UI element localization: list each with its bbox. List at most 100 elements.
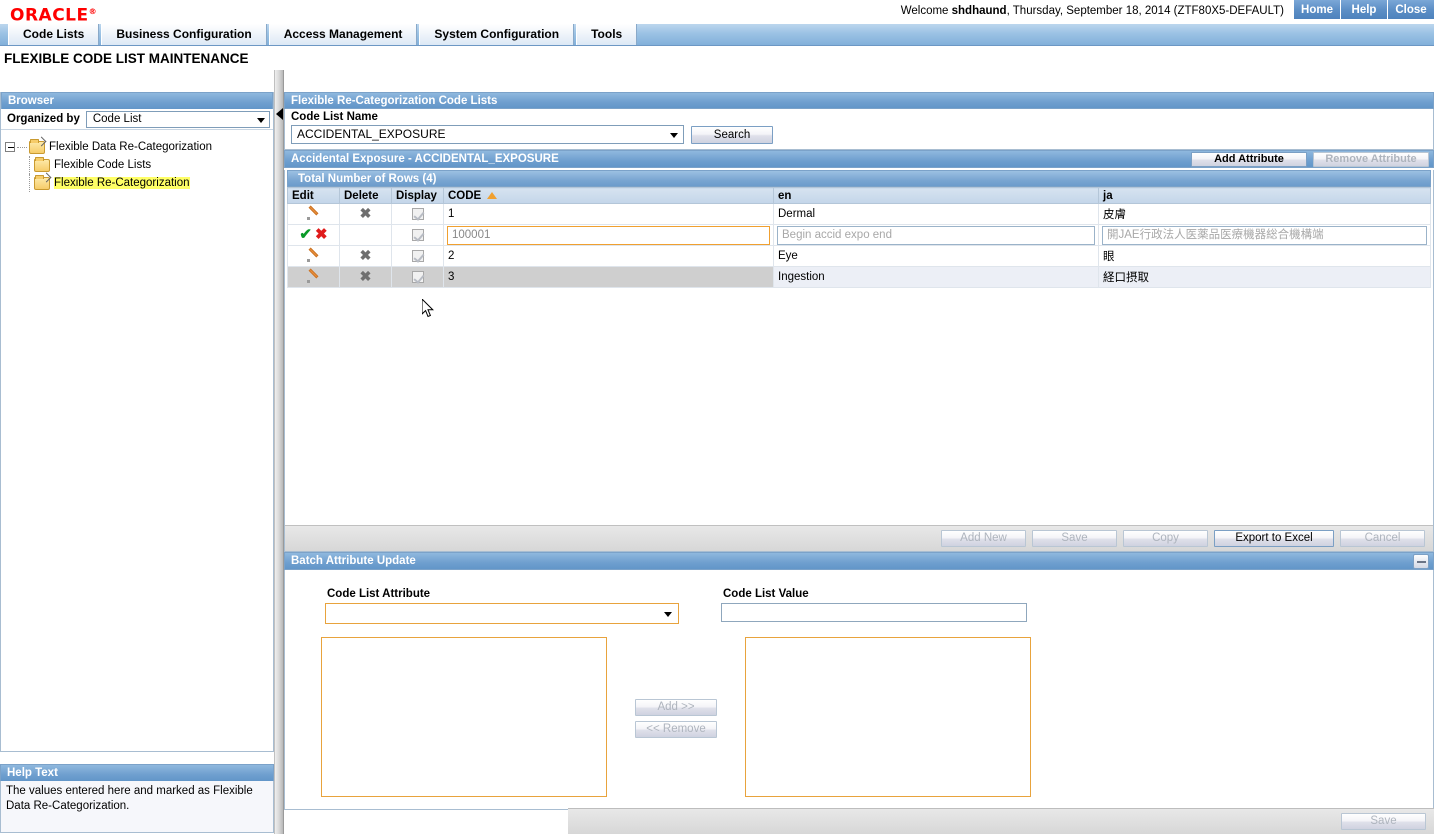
tab-code-lists[interactable]: Code Lists <box>8 24 100 45</box>
available-values-listbox[interactable] <box>321 637 607 797</box>
delete-x-icon[interactable]: ✖ <box>360 248 372 262</box>
table-row[interactable]: ✖ 2 Eye 眼 <box>287 245 1431 267</box>
column-header-en[interactable]: en <box>773 187 1099 204</box>
close-link[interactable]: Close <box>1387 0 1434 19</box>
display-cell[interactable] <box>391 224 444 246</box>
delete-cell[interactable]: ✖ <box>339 245 392 267</box>
welcome-prefix: Welcome <box>900 5 952 17</box>
registered-mark: ® <box>88 7 98 16</box>
tree-node-flexible-code-lists[interactable]: Flexible Code Lists <box>5 156 273 174</box>
batch-attribute-update-panel: Code List Attribute Code List Value Add … <box>284 570 1434 810</box>
confirm-cancel-cell[interactable]: ✔ ✖ <box>287 224 340 246</box>
grid-action-buttons: Add New Save Copy Export to Excel Cancel <box>285 525 1433 551</box>
batch-fields-row: Code List Attribute Code List Value <box>285 570 1433 624</box>
batch-section-header: Batch Attribute Update <box>284 552 1434 570</box>
en-cell: Ingestion <box>773 266 1099 288</box>
display-checkbox[interactable] <box>411 249 424 262</box>
tab-business-configuration[interactable]: Business Configuration <box>101 24 267 45</box>
column-header-display[interactable]: Display <box>391 187 444 204</box>
top-bar: ORACLE® Welcome shdhaund, Thursday, Sept… <box>0 0 1434 26</box>
tab-system-configuration[interactable]: System Configuration <box>419 24 575 45</box>
display-checkbox[interactable] <box>411 207 424 220</box>
collapse-batch-panel-icon[interactable] <box>1413 554 1429 569</box>
selected-values-listbox[interactable] <box>745 637 1031 797</box>
application-window: ORACLE® Welcome shdhaund, Thursday, Sept… <box>0 0 1434 834</box>
code-list-value-label: Code List Value <box>723 588 809 600</box>
display-cell[interactable] <box>391 203 444 225</box>
ja-input[interactable] <box>1102 225 1427 245</box>
total-rows-header: Total Number of Rows (4) <box>287 170 1431 187</box>
tree-node-flexible-data-re-categorization[interactable]: Flexible Data Re-Categorization <box>5 138 273 156</box>
edit-pencil-icon[interactable] <box>307 271 320 284</box>
code-list-value-input[interactable] <box>721 603 1027 622</box>
ja-cell-edit[interactable] <box>1098 224 1431 246</box>
tree-expander-icon[interactable] <box>5 142 15 152</box>
batch-transfer-lists: Add >> << Remove <box>285 624 1433 797</box>
batch-save-button: Save <box>1341 813 1426 830</box>
table-row[interactable]: ✖ 1 Dermal 皮膚 <box>287 203 1431 225</box>
chevron-down-icon <box>664 612 672 617</box>
collapse-left-panel-icon[interactable] <box>276 108 283 120</box>
column-header-code-label: CODE <box>448 189 482 202</box>
cancel-x-icon[interactable]: ✖ <box>315 226 328 243</box>
edit-cell[interactable] <box>287 245 340 267</box>
table-row-editing[interactable]: ✔ ✖ <box>287 224 1431 246</box>
page-title: FLEXIBLE CODE LIST MAINTENANCE <box>0 46 1434 70</box>
browser-header: Browser <box>1 92 273 109</box>
help-text-header: Help Text <box>0 764 274 781</box>
body-area: Browser Organized by Code List Flexible … <box>0 70 1434 834</box>
edit-cell[interactable] <box>287 203 340 225</box>
tab-tools[interactable]: Tools <box>576 24 638 45</box>
organized-by-select[interactable]: Code List <box>85 110 270 128</box>
attribute-buttons: Add Attribute Remove Attribute <box>1191 152 1429 167</box>
confirm-check-icon[interactable]: ✔ <box>299 226 312 243</box>
code-list-name-select[interactable]: ACCIDENTAL_EXPOSURE <box>291 125 684 144</box>
code-list-attribute-select[interactable] <box>325 603 679 624</box>
column-header-delete[interactable]: Delete <box>339 187 392 204</box>
left-panel: Browser Organized by Code List Flexible … <box>0 92 274 834</box>
display-checkbox[interactable] <box>411 270 424 283</box>
delete-cell[interactable]: ✖ <box>339 203 392 225</box>
en-input[interactable] <box>777 225 1095 245</box>
tab-access-management[interactable]: Access Management <box>268 24 418 45</box>
code-list-name-label: Code List Name <box>291 111 378 123</box>
welcome-suffix: , Thursday, September 18, 2014 (ZTF80X5-… <box>1006 5 1284 17</box>
add-attribute-button[interactable]: Add Attribute <box>1191 152 1307 167</box>
table-row[interactable]: ✖ 3 Ingestion 経口摂取 <box>287 266 1431 288</box>
oracle-logo-text: ORACLE <box>10 5 89 26</box>
delete-x-icon[interactable]: ✖ <box>360 206 372 220</box>
search-button[interactable]: Search <box>691 125 773 144</box>
home-link[interactable]: Home <box>1293 0 1340 19</box>
display-checkbox[interactable] <box>411 228 424 241</box>
edit-pencil-icon[interactable] <box>307 250 320 263</box>
code-cell-edit[interactable] <box>443 224 774 246</box>
remove-attribute-button: Remove Attribute <box>1313 152 1429 167</box>
code-input[interactable] <box>447 225 770 245</box>
en-cell: Eye <box>773 245 1099 267</box>
help-link[interactable]: Help <box>1340 0 1387 19</box>
ja-cell: 眼 <box>1098 245 1431 267</box>
ja-cell: 経口摂取 <box>1098 266 1431 288</box>
edit-pencil-icon[interactable] <box>307 208 320 221</box>
en-cell-edit[interactable] <box>773 224 1099 246</box>
top-nav-links: Home Help Close <box>1293 0 1434 19</box>
panel-splitter[interactable] <box>274 70 284 834</box>
column-header-code[interactable]: CODE <box>443 187 774 204</box>
code-cell: 1 <box>443 203 774 225</box>
tree-node-label: Flexible Code Lists <box>54 159 152 171</box>
search-row: ACCIDENTAL_EXPOSURE Search <box>291 125 1427 144</box>
delete-cell[interactable]: ✖ <box>339 266 392 288</box>
welcome-text: Welcome shdhaund, Thursday, September 18… <box>901 5 1284 17</box>
tree-node-flexible-re-categorization[interactable]: Flexible Re-Categorization <box>5 174 273 192</box>
column-header-ja[interactable]: ja <box>1098 187 1431 204</box>
sort-ascending-icon <box>487 191 498 199</box>
column-header-edit[interactable]: Edit <box>287 187 340 204</box>
folder-icon <box>34 156 50 172</box>
display-cell[interactable] <box>391 245 444 267</box>
edit-cell[interactable] <box>287 266 340 288</box>
export-to-excel-button[interactable]: Export to Excel <box>1214 530 1334 547</box>
display-cell[interactable] <box>391 266 444 288</box>
detail-section-title: Accidental Exposure - ACCIDENTAL_EXPOSUR… <box>291 153 559 165</box>
delete-x-icon[interactable]: ✖ <box>360 269 372 283</box>
